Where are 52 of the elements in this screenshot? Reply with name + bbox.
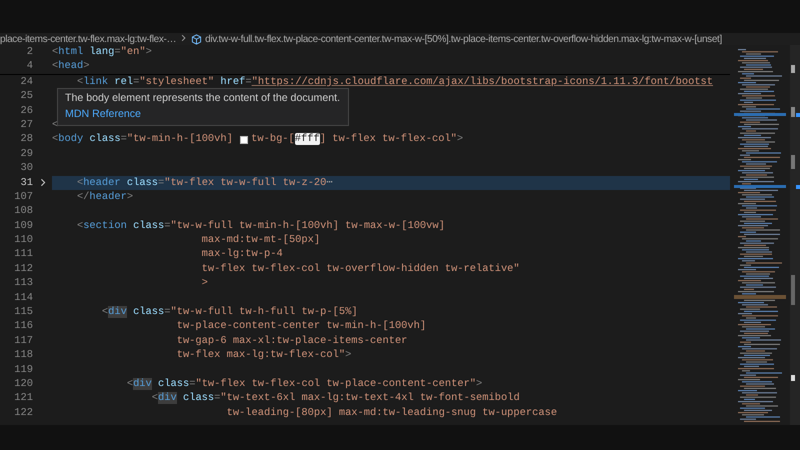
line-number: 110 [13,233,33,248]
line-number: 27 [20,118,33,132]
code-text: <head> [52,59,90,74]
line-number: 117 [13,334,33,348]
hover-description: The body element represents the content of the document. [65,92,341,104]
line-number: 29 [20,146,33,162]
code-text: tw-flex max-lg:tw-flex-col"> [176,348,352,363]
code-text: <div class="tw-text-6xl max-lg:tw-text-4xl tw-font-semibold [150,391,520,406]
line-number: 113 [13,276,33,291]
code-text: <section class="tw-w-full tw-min-h-[100vh] tw-max-w-[100vw] [76,218,445,234]
line-number: 26 [20,104,33,118]
line-number: 121 [13,391,33,406]
code-text: <link rel="stylesheet" href="https://cdnjs.cloudflare.com/ajax/libs/bootstrap-icons/1.11.3/font/bootst [76,74,714,90]
chevron-icon[interactable] [38,178,46,188]
code-text: </header> [76,190,134,204]
line-number: 25 [20,89,33,104]
breadcrumb-item[interactable]: place-items-center.tw-flex.max-lg:tw-flex-… [0,34,176,44]
line-number: 109 [13,218,33,234]
line-number: 111 [13,247,33,262]
code-text: > [200,276,208,291]
line-number: 4 [26,59,33,74]
color-swatch-icon[interactable] [240,136,248,144]
line-number: 120 [13,376,33,392]
code-text: tw-place-content-center tw-min-h-[100vh] [176,319,426,334]
chevron-icon [180,34,188,42]
mdn-reference-link[interactable]: MDN Reference [65,108,141,120]
line-number: 115 [13,305,33,320]
line-number: 108 [13,204,33,219]
line-number: 24 [20,74,33,90]
code-text: tw-leading-[80px] max-md:tw-leading-snug tw-uppercase [226,406,558,420]
line-number: 28 [20,132,33,147]
line-number: 122 [13,406,33,420]
line-number: 31 [20,176,33,190]
line-number: 30 [20,161,33,176]
line-number: 119 [13,362,33,377]
code-text: max-md:tw-mt-[50px] [200,233,320,248]
line-number: 112 [13,262,33,276]
code-text: <html lang="en"> [52,45,152,60]
code-text: tw-flex tw-flex-col tw-overflow-hidden tw-relative" [200,262,520,276]
code-text: <body class="tw-min-h-[100vh] [52,132,234,147]
code-text: max-lg:tw-p-4 [200,247,283,262]
line-number: 116 [13,319,33,334]
code-text: <div class="tw-flex tw-flex-col tw-place-content-center"> [126,376,482,392]
line-number: 114 [13,290,33,306]
line-number: 2 [26,45,33,60]
breadcrumb-item[interactable]: div.tw-w-full.tw-flex.tw-place-content-center.tw-max-w-[50%].tw-place-items-center.tw-overflow-hidden.max-lg:tw-max-w-[unset] [205,34,722,44]
code-text: tw-bg-[#fff] tw-flex tw-flex-col"> [251,132,464,147]
code-text: <div class="tw-w-full tw-h-full tw-p-[5%] [100,305,358,320]
code-text: tw-gap-6 max-xl:tw-place-items-center [176,334,408,348]
line-number: 118 [13,348,33,363]
code-text: <header class="tw-flex tw-w-full tw-z-20⋯ [76,176,333,190]
line-number: 107 [13,190,33,204]
